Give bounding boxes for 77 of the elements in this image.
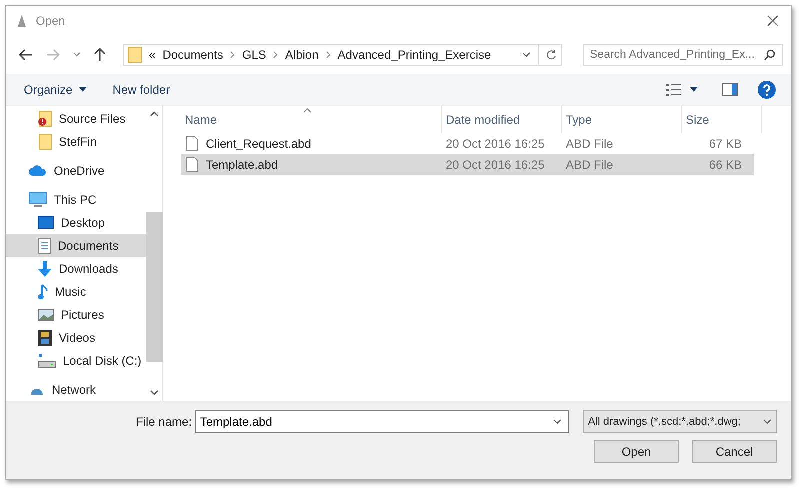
address-bar[interactable]: « Documents GLS Albion Advanced_Printing_Exercise xyxy=(123,44,562,66)
search-field[interactable]: Search Advanced_Printing_Ex... xyxy=(583,44,783,66)
file-name: Client_Request.abd xyxy=(206,136,312,150)
help-icon[interactable] xyxy=(758,80,776,98)
file-icon xyxy=(186,157,198,172)
chevron-down-icon[interactable] xyxy=(553,419,562,425)
file-type: ABD File xyxy=(565,136,614,150)
app-icon xyxy=(17,14,27,28)
nav-item[interactable]: This PC xyxy=(6,188,146,211)
breadcrumb[interactable]: GLS xyxy=(242,48,266,62)
up-arrow-icon[interactable] xyxy=(94,48,106,62)
file-size: 67 KB xyxy=(708,136,742,150)
column-header[interactable]: Size xyxy=(682,106,762,133)
folder-icon xyxy=(38,110,52,126)
breadcrumb[interactable]: Albion xyxy=(285,48,319,62)
file-type-dropdown[interactable]: All drawings (*.scd;*.abd;*.dwg; xyxy=(583,410,777,433)
cloud-icon xyxy=(29,165,47,176)
caret-icon[interactable] xyxy=(690,87,698,92)
column-header[interactable]: Type xyxy=(562,106,682,133)
scrollbar[interactable] xyxy=(146,106,163,401)
file-row[interactable]: Template.abd 20 Oct 2016 16:25 ABD File 66 KB xyxy=(181,154,754,175)
chevron-down-icon[interactable] xyxy=(73,52,81,58)
nav-item[interactable]: Local Disk (C:) xyxy=(6,349,146,372)
nav-item[interactable]: OneDrive xyxy=(6,159,146,182)
chevron-down-icon[interactable] xyxy=(150,390,158,396)
nav-item[interactable]: Desktop xyxy=(6,211,146,234)
column-header[interactable]: Date modified xyxy=(442,106,562,133)
back-arrow-icon[interactable] xyxy=(19,49,33,61)
new-folder-button[interactable]: New folder xyxy=(112,82,170,96)
breadcrumb[interactable]: Documents xyxy=(162,48,224,62)
window-title: Open xyxy=(36,14,66,28)
film-icon xyxy=(38,330,52,346)
picture-icon xyxy=(38,308,54,320)
date-modified: 20 Oct 2016 16:25 xyxy=(445,136,546,150)
document-icon xyxy=(38,238,51,254)
nav-item[interactable]: Documents xyxy=(6,234,146,257)
organize-button[interactable]: Organize xyxy=(24,82,87,96)
nav-item[interactable]: StefFin xyxy=(6,130,146,153)
nav-item[interactable]: Pictures xyxy=(6,303,146,326)
nav-item[interactable]: Downloads xyxy=(6,257,146,280)
nav-item[interactable]: Source Files xyxy=(6,107,146,130)
chevron-down-icon xyxy=(763,418,772,424)
folder-icon xyxy=(38,134,52,150)
close-icon[interactable] xyxy=(767,15,779,27)
down-arrow-icon xyxy=(38,260,52,276)
file-row[interactable]: Client_Request.abd 20 Oct 2016 16:25 ABD File 67 KB xyxy=(181,133,754,154)
preview-pane-icon[interactable] xyxy=(722,83,738,96)
caret-icon xyxy=(78,87,87,92)
view-options-icon[interactable] xyxy=(666,84,682,96)
nav-item[interactable]: Videos xyxy=(6,326,146,349)
chevron-right-icon xyxy=(326,51,331,59)
folder-icon xyxy=(128,47,142,63)
file-icon xyxy=(186,136,198,151)
monitor-icon xyxy=(29,192,47,207)
file-name-label: File name: xyxy=(136,414,194,428)
date-modified: 20 Oct 2016 16:25 xyxy=(445,158,546,172)
chevron-right-icon xyxy=(273,51,278,59)
file-type: ABD File xyxy=(565,158,614,172)
file-name: Template.abd xyxy=(206,158,278,172)
file-name-field[interactable]: Template.abd xyxy=(195,410,570,433)
chevron-up-icon[interactable] xyxy=(150,111,158,117)
nav-item[interactable]: Network xyxy=(6,378,146,401)
music-note-icon xyxy=(38,284,48,300)
drive-icon xyxy=(38,354,56,368)
nav-item[interactable]: Music xyxy=(6,280,146,303)
breadcrumb[interactable]: Advanced_Printing_Exercise xyxy=(338,48,492,62)
column-header[interactable]: Name xyxy=(181,106,442,133)
chevron-down-icon[interactable] xyxy=(522,52,531,58)
refresh-icon[interactable] xyxy=(546,49,557,61)
cancel-button[interactable]: Cancel xyxy=(692,440,777,463)
sort-caret-icon xyxy=(303,108,312,113)
search-icon xyxy=(764,49,776,61)
breadcrumb[interactable]: « xyxy=(149,48,156,62)
open-button[interactable]: Open xyxy=(594,440,679,463)
file-size: 66 KB xyxy=(708,158,742,172)
chevron-right-icon xyxy=(230,51,236,59)
desktop-icon xyxy=(38,216,54,229)
